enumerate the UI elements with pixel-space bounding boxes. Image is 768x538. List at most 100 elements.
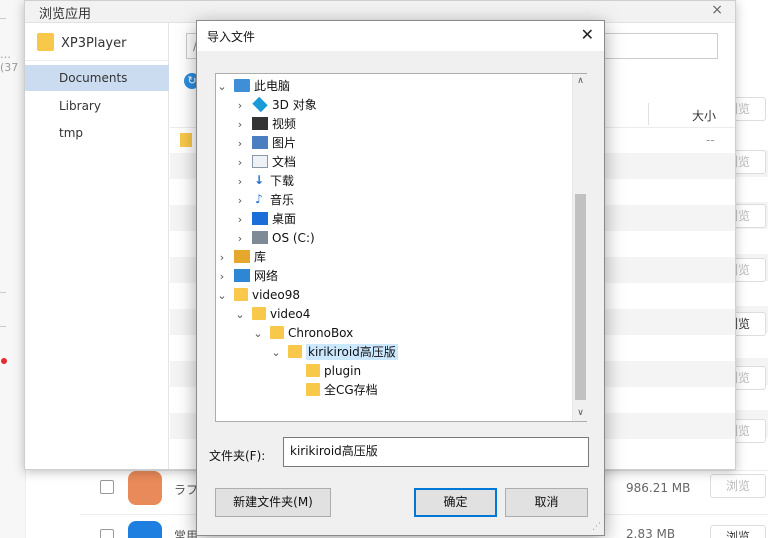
app-icon <box>128 521 162 538</box>
scroll-up-icon[interactable]: ∧ <box>573 74 588 89</box>
tree-node-all-cg-save[interactable]: 全CG存档 <box>288 381 378 400</box>
chevron-right-icon[interactable]: › <box>234 153 246 172</box>
left-strip-text: … (37 <box>0 48 19 74</box>
tree-node-video4[interactable]: ⌄ video4 <box>234 305 310 324</box>
scroll-down-icon[interactable]: ∨ <box>573 406 588 421</box>
tree-node-label: 图片 <box>272 136 297 150</box>
tree-node-this-pc[interactable]: ⌄ 此电脑 <box>216 77 290 96</box>
chevron-right-icon[interactable]: › <box>234 210 246 229</box>
chevron-down-icon[interactable]: ⌄ <box>270 343 282 362</box>
browse-button[interactable]: 浏览 <box>710 525 766 538</box>
drive-icon <box>252 231 268 244</box>
folder-icon <box>37 33 54 51</box>
folder-tree: ⌄ 此电脑 › 3D 对象 › 视频 › 图片 › 文档 › ↓ 下载 › ♪ 音乐 › 桌面 › O… <box>215 73 587 422</box>
tree-node-label: 此电脑 <box>254 79 291 93</box>
tree-node-label: 库 <box>254 250 267 264</box>
tree-node-label: 视频 <box>272 117 297 131</box>
chevron-down-icon[interactable]: ⌄ <box>234 305 246 324</box>
left-strip-divider <box>0 326 6 327</box>
tree-node-kirikiroid[interactable]: ⌄ kirikiroid高压版 <box>270 343 398 362</box>
tree-node-music[interactable]: › ♪ 音乐 <box>234 191 294 210</box>
chevron-right-icon[interactable]: › <box>216 248 228 267</box>
chevron-right-icon[interactable]: › <box>234 191 246 210</box>
tree-node-3d-objects[interactable]: › 3D 对象 <box>234 96 317 115</box>
tree-node-label: plugin <box>324 364 362 378</box>
column-divider <box>648 103 649 125</box>
pc-icon <box>234 79 250 92</box>
chevron-right-icon[interactable]: › <box>234 229 246 248</box>
sidebar-item-library[interactable]: Library <box>25 93 169 119</box>
file-size: -- <box>706 133 715 147</box>
library-icon <box>234 250 250 263</box>
folder-icon <box>288 345 302 358</box>
folder-icon <box>252 307 266 320</box>
tree-node-label: 3D 对象 <box>272 98 317 112</box>
chevron-down-icon[interactable]: ⌄ <box>216 286 228 305</box>
window-title: 浏览应用 <box>39 7 92 22</box>
tree-node-video98[interactable]: ⌄ video98 <box>216 286 300 305</box>
cube-icon <box>252 96 268 113</box>
chevron-right-icon[interactable]: › <box>234 115 246 134</box>
notification-dot <box>1 358 7 364</box>
tree-node-label: OS (C:) <box>272 231 315 245</box>
close-icon[interactable]: × <box>711 2 723 18</box>
folder-field-label: 文件夹(F): <box>209 449 266 463</box>
column-header-size[interactable]: 大小 <box>692 107 716 124</box>
download-icon: ↓ <box>253 173 265 187</box>
browse-button[interactable]: 浏览 <box>710 474 766 498</box>
tree-node-documents[interactable]: › 文档 <box>234 153 296 172</box>
tree-node-label: ChronoBox <box>288 326 354 340</box>
tree-node-label: 桌面 <box>272 212 297 226</box>
folder-icon <box>306 383 320 396</box>
left-strip: … (37 <box>0 0 26 538</box>
scrollbar-thumb[interactable] <box>575 194 586 400</box>
folder-field[interactable]: kirikiroid高压版 <box>283 437 589 467</box>
chevron-right-icon[interactable]: › <box>234 134 246 153</box>
tree-node-desktop[interactable]: › 桌面 <box>234 210 296 229</box>
document-icon <box>252 155 268 168</box>
tree-node-label: 下载 <box>270 174 295 188</box>
ok-button[interactable]: 确定 <box>414 488 497 517</box>
tree-node-chronobox[interactable]: ⌄ ChronoBox <box>252 324 353 343</box>
tree-node-network[interactable]: › 网络 <box>216 267 278 286</box>
new-folder-button[interactable]: 新建文件夹(M) <box>215 488 331 517</box>
tree-node-downloads[interactable]: › ↓ 下载 <box>234 172 294 191</box>
tree-node-os-drive[interactable]: › OS (C:) <box>234 229 315 248</box>
resize-grip-icon[interactable]: ⋰ <box>592 522 601 532</box>
sidebar-item-tmp[interactable]: tmp <box>25 120 169 146</box>
chevron-right-icon[interactable]: › <box>216 267 228 286</box>
chevron-right-icon[interactable]: › <box>234 96 246 115</box>
folder-icon <box>270 326 284 339</box>
chevron-down-icon[interactable]: ⌄ <box>252 324 264 343</box>
app-size: 986.21 MB <box>626 481 691 495</box>
left-strip-divider <box>0 18 6 19</box>
tree-node-label: video98 <box>252 288 301 302</box>
sidebar-item-documents[interactable]: Documents <box>25 65 169 91</box>
folder-icon <box>306 364 320 377</box>
row-checkbox[interactable] <box>100 529 114 538</box>
app-size: 2.83 MB <box>626 527 676 538</box>
left-strip-divider <box>0 292 6 293</box>
sidebar-header-label: XP3Player <box>61 36 127 51</box>
tree-node-plugin[interactable]: plugin <box>288 362 361 381</box>
close-icon[interactable]: ✕ <box>581 25 594 44</box>
import-file-dialog: 导入文件 ✕ ⌄ 此电脑 › 3D 对象 › 视频 › 图片 › 文档 › ↓ 下载 › ♪ 音乐… <box>196 20 605 536</box>
cancel-button[interactable]: 取消 <box>505 488 588 517</box>
network-icon <box>234 269 250 282</box>
tree-node-libraries[interactable]: › 库 <box>216 248 266 267</box>
music-icon: ♪ <box>255 192 263 206</box>
tree-node-pictures[interactable]: › 图片 <box>234 134 296 153</box>
tree-node-videos[interactable]: › 视频 <box>234 115 296 134</box>
sidebar: XP3Player Documents Library tmp <box>25 23 169 469</box>
picture-icon <box>252 136 268 149</box>
tree-node-label: 全CG存档 <box>324 383 378 397</box>
vertical-scrollbar[interactable]: ∧ ∨ <box>572 74 587 421</box>
chevron-down-icon[interactable]: ⌄ <box>216 77 228 96</box>
tree-node-label: video4 <box>270 307 311 321</box>
folder-icon <box>234 288 248 301</box>
tree-node-label: kirikiroid高压版 <box>306 344 398 360</box>
dialog-titlebar: 导入文件 ✕ <box>197 21 604 51</box>
chevron-right-icon[interactable]: › <box>234 172 246 191</box>
tree-node-label: 网络 <box>254 269 279 283</box>
row-checkbox[interactable] <box>100 480 114 494</box>
